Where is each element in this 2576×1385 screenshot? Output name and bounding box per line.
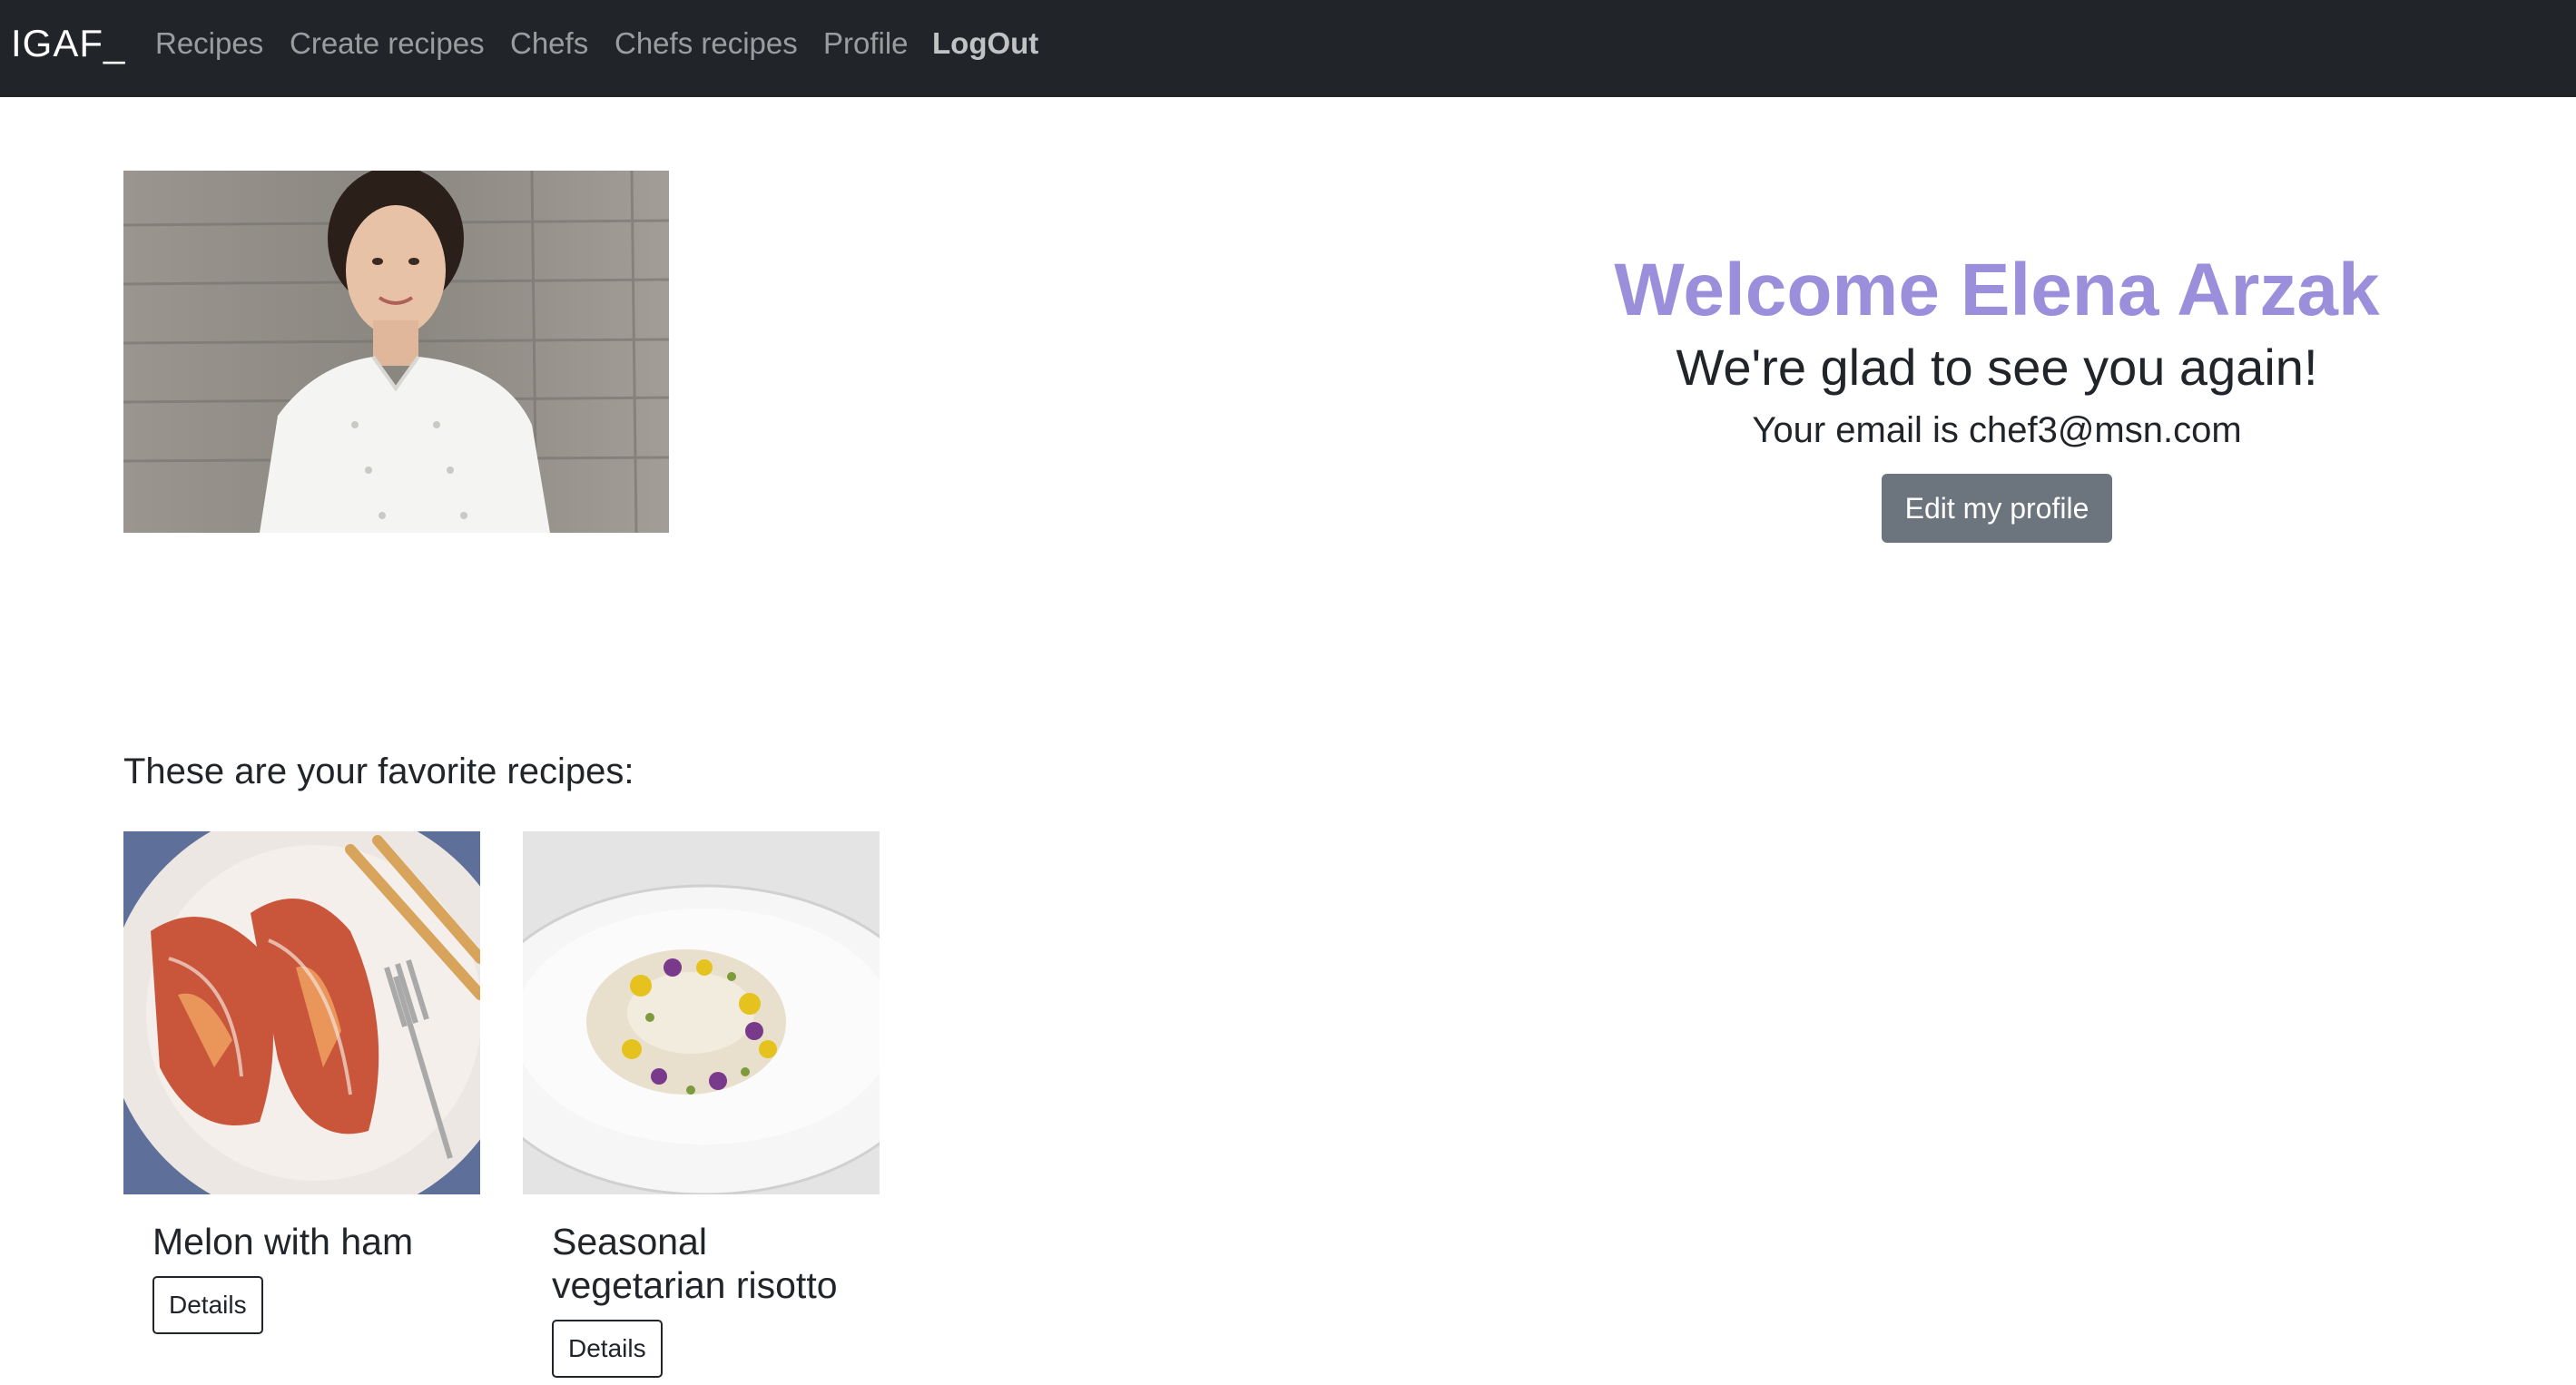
- favorites-heading: These are your favorite recipes:: [123, 751, 634, 791]
- nav-link-logout[interactable]: LogOut: [932, 24, 1038, 64]
- email-text: Your email is chef3@msn.com: [1752, 410, 2242, 450]
- recipe-image-melon-ham: [123, 831, 480, 1194]
- details-button[interactable]: Details: [152, 1276, 263, 1334]
- chef-profile-photo: [123, 171, 669, 533]
- edit-profile-button[interactable]: Edit my profile: [1881, 474, 2113, 543]
- top-navbar: IGAF_ Recipes Create recipes Chefs Chefs…: [0, 0, 2576, 97]
- brand-logo-link[interactable]: IGAF_: [11, 22, 125, 65]
- nav-link-chefs[interactable]: Chefs: [510, 24, 588, 64]
- details-button[interactable]: Details: [552, 1320, 663, 1378]
- recipe-title: Melon with ham: [152, 1221, 414, 1262]
- nav-link-create-recipes[interactable]: Create recipes: [290, 24, 485, 64]
- welcome-subtitle: We're glad to see you again!: [1676, 339, 2318, 396]
- recipe-title: Seasonal vegetarian risotto: [552, 1221, 838, 1306]
- recipe-card: Melon with ham Details: [123, 831, 480, 1334]
- recipe-image-risotto: [523, 831, 880, 1194]
- welcome-panel: Welcome Elena Arzak We're glad to see yo…: [1452, 245, 2542, 543]
- nav-link-chefs-recipes[interactable]: Chefs recipes: [615, 24, 798, 64]
- recipe-card: Seasonal vegetarian risotto Details: [523, 831, 880, 1378]
- welcome-title: Welcome Elena Arzak: [1614, 249, 2380, 331]
- nav-link-recipes[interactable]: Recipes: [155, 24, 263, 64]
- nav-link-profile[interactable]: Profile: [823, 24, 909, 64]
